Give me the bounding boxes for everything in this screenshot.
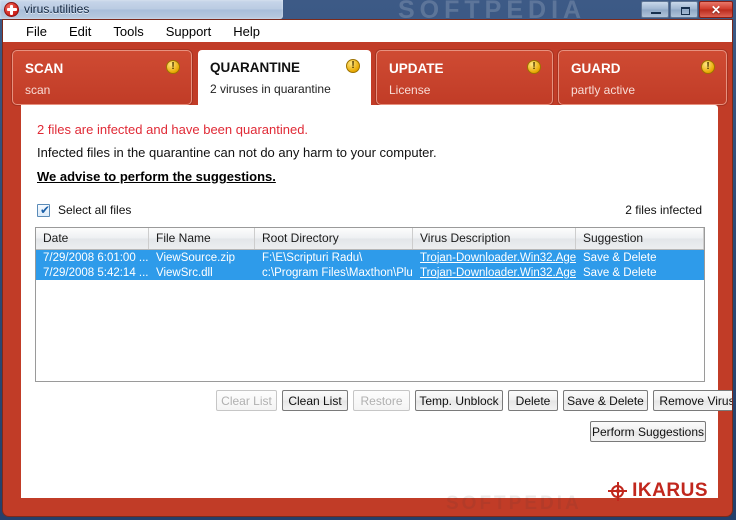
column-header-suggestion[interactable]: Suggestion [576,228,704,249]
table-body: 7/29/2008 6:01:00 ... ViewSource.zip F:\… [36,250,704,280]
column-header-root-dir[interactable]: Root Directory [255,228,413,249]
window-title: virus.utilities [24,2,90,16]
save-and-delete-button[interactable]: Save & Delete [563,390,648,411]
cell-suggestion: Save & Delete [583,266,657,279]
infected-count-label: 2 files infected [625,203,702,217]
remove-virus-button[interactable]: Remove Virus [653,390,732,411]
warning-icon: ! [527,60,541,74]
select-all-label: Select all files [58,203,132,217]
minimize-button[interactable] [641,1,669,18]
menu-item-tools[interactable]: Tools [102,22,154,41]
tab-quarantine-subtitle: 2 viruses in quarantine [210,82,331,96]
first-aid-cross-icon [4,2,19,17]
tab-guard[interactable]: GUARD partly active ! [558,50,727,105]
tab-guard-title: GUARD [571,61,621,76]
action-button-row: Clear List Clean List Restore Temp. Unbl… [35,390,732,412]
check-icon: ✔ [40,203,51,217]
column-header-file-name[interactable]: File Name [149,228,255,249]
clear-list-button[interactable]: Clear List [216,390,277,411]
tab-quarantine[interactable]: QUARANTINE 2 viruses in quarantine ! [198,50,371,112]
status-message-info: Infected files in the quarantine can not… [37,145,437,160]
column-header-virus-desc[interactable]: Virus Description [413,228,576,249]
screen: SOFTPEDIA virus.utilities ✕ File Edit To… [0,0,736,520]
close-button[interactable]: ✕ [699,1,733,18]
cell-file-name: ViewSource.zip [156,251,236,264]
menu-item-edit[interactable]: Edit [58,22,102,41]
perform-suggestions-button[interactable]: Perform Suggestions [590,421,706,442]
cell-virus-description[interactable]: Trojan-Downloader.Win32.Age... [413,267,576,279]
quarantine-table[interactable]: Date File Name Root Directory Virus Desc… [35,227,705,382]
status-message-infected: 2 files are infected and have been quara… [37,122,309,137]
window-frame: File Edit Tools Support Help SCAN scan !… [2,19,733,517]
menu-item-file[interactable]: File [15,22,58,41]
select-all-row: ✔ Select all files 2 files infected [37,203,702,219]
tab-update-title: UPDATE [389,61,444,76]
suggestion-button-row: Perform Suggestions [35,421,706,443]
clean-list-button[interactable]: Clean List [282,390,348,411]
menu-item-help[interactable]: Help [222,22,271,41]
tab-scan-subtitle: scan [25,83,51,97]
tab-quarantine-title: QUARANTINE [210,60,300,75]
warning-icon: ! [346,59,360,73]
ikarus-logo: IKARUS [608,480,708,502]
cell-virus-description[interactable]: Trojan-Downloader.Win32.Age... [413,252,576,264]
cell-date: 7/29/2008 6:01:00 ... [43,251,149,264]
menu-item-support[interactable]: Support [155,22,223,41]
cell-suggestion: Save & Delete [583,251,657,264]
tab-scan-title: SCAN [25,61,64,76]
tab-bar: SCAN scan ! QUARANTINE 2 viruses in quar… [12,50,727,112]
window-controls: ✕ [641,1,733,18]
content-panel: 2 files are infected and have been quara… [21,105,732,514]
tab-update[interactable]: UPDATE License ! [376,50,553,105]
cell-root-dir: c:\Program Files\Maxthon\Plu... [262,266,413,279]
cell-file-name: ViewSrc.dll [156,266,213,279]
warning-icon: ! [166,60,180,74]
tab-scan[interactable]: SCAN scan ! [12,50,192,105]
table-row[interactable]: 7/29/2008 6:01:00 ... ViewSource.zip F:\… [36,250,704,265]
content-watermark: SOFTPEDIA [446,493,582,514]
tab-update-subtitle: License [389,83,431,97]
status-message-advice: We advise to perform the suggestions. [37,169,276,184]
select-all-checkbox[interactable]: ✔ [37,203,51,217]
cell-date: 7/29/2008 5:42:14 ... [43,266,149,279]
tab-guard-subtitle: partly active [571,83,636,97]
warning-icon: ! [701,60,715,74]
delete-button[interactable]: Delete [508,390,558,411]
column-header-date[interactable]: Date [36,228,149,249]
menu-bar: File Edit Tools Support Help [3,20,732,42]
temp-unblock-button[interactable]: Temp. Unblock [415,390,503,411]
cell-root-dir: F:\E\Scripturi Radu\ [262,251,363,264]
brand-name: IKARUS [632,480,708,501]
close-icon: ✕ [710,2,722,17]
restore-button[interactable]: Restore [353,390,410,411]
crosshair-target-icon [608,481,628,501]
table-header-row: Date File Name Root Directory Virus Desc… [36,228,704,250]
table-row[interactable]: 7/29/2008 5:42:14 ... ViewSrc.dll c:\Pro… [36,265,704,280]
title-bar: virus.utilities ✕ [0,0,736,19]
maximize-button[interactable] [670,1,698,18]
